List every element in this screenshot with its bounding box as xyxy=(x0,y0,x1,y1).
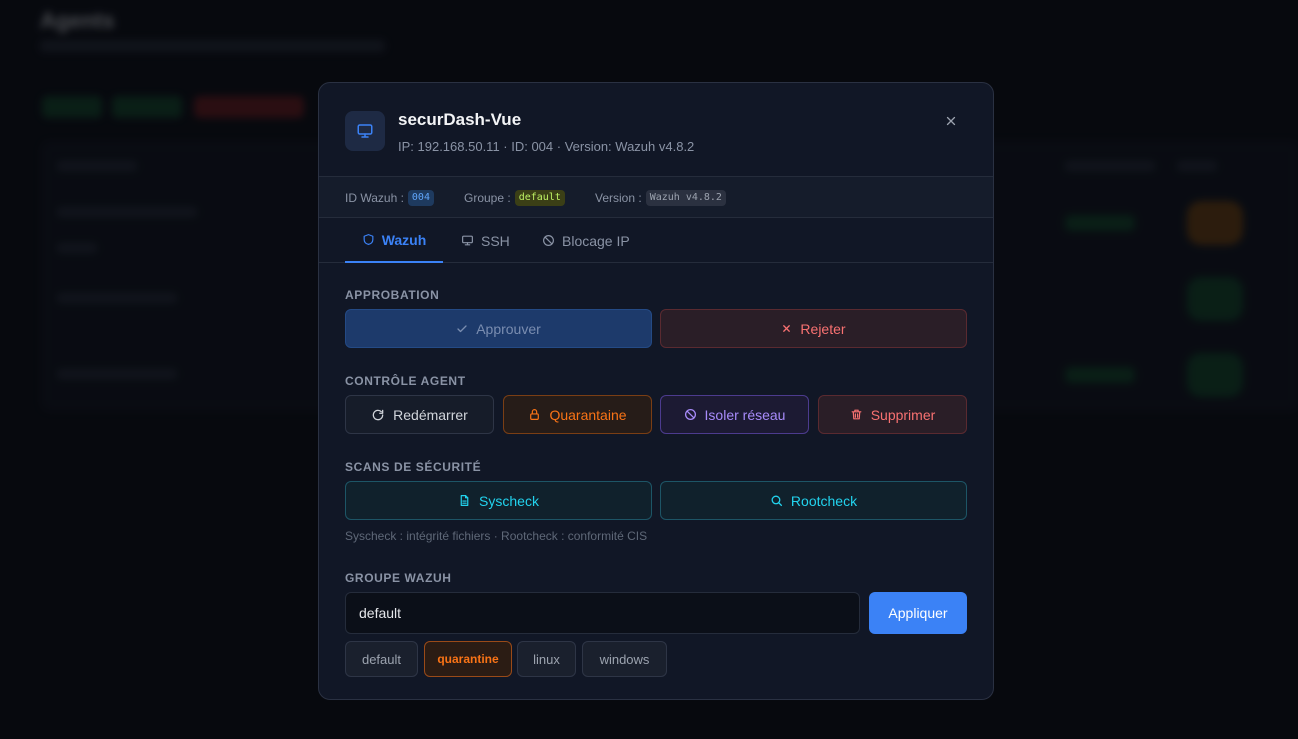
quarantine-button[interactable]: Quarantaine xyxy=(503,395,652,434)
restart-button-label: Redémarrer xyxy=(393,406,468,423)
info-version-label: Version : xyxy=(595,191,642,205)
group-chip-windows[interactable]: windows xyxy=(582,641,667,677)
tab-wazuh-label: Wazuh xyxy=(381,231,427,248)
x-icon xyxy=(783,325,791,332)
modal-meta: IP: 192.168.50.11 · ID: 004 · Version: W… xyxy=(398,139,695,154)
info-group: Groupe : default xyxy=(464,190,565,206)
shield-icon xyxy=(363,234,374,245)
control-section-label: CONTRÔLE AGENT xyxy=(345,374,466,388)
monitor-icon xyxy=(345,111,385,151)
agent-info-bar: ID Wazuh : 004 Groupe : default Version … xyxy=(319,176,993,218)
info-group-label: Groupe : xyxy=(464,191,511,205)
reject-button[interactable]: Rejeter xyxy=(660,309,967,348)
tab-wazuh[interactable]: Wazuh xyxy=(345,218,443,263)
monitor-icon xyxy=(462,235,473,246)
check-icon xyxy=(457,324,467,332)
isolate-network-button-label: Isoler réseau xyxy=(704,406,786,423)
tab-ip-blocking-label: Blocage IP xyxy=(562,232,630,249)
rootcheck-button-label: Rootcheck xyxy=(790,492,858,509)
isolate-network-button[interactable]: Isoler réseau xyxy=(660,395,809,434)
modal-title: securDash-Vue xyxy=(398,110,522,129)
tab-ssh-label: SSH xyxy=(481,232,510,249)
file-icon xyxy=(460,495,469,506)
group-chip-linux[interactable]: linux xyxy=(517,641,576,677)
info-version-value: Wazuh v4.8.2 xyxy=(645,190,726,206)
scans-section-label: SCANS DE SÉCURITÉ xyxy=(345,460,482,474)
ban-icon xyxy=(543,235,554,246)
restart-button[interactable]: Redémarrer xyxy=(345,395,494,434)
group-section-label: GROUPE WAZUH xyxy=(345,571,452,585)
approve-button[interactable]: Approuver xyxy=(345,309,652,348)
search-icon xyxy=(771,495,782,507)
syscheck-button-label: Syscheck xyxy=(479,492,539,509)
apply-button[interactable]: Appliquer xyxy=(869,592,967,634)
delete-button[interactable]: Supprimer xyxy=(818,395,967,434)
agent-modal: securDash-Vue IP: 192.168.50.11 · ID: 00… xyxy=(318,82,994,700)
info-version: Version : Wazuh v4.8.2 xyxy=(595,190,726,206)
rootcheck-button[interactable]: Rootcheck xyxy=(660,481,967,520)
syscheck-button[interactable]: Syscheck xyxy=(345,481,652,520)
close-icon xyxy=(946,116,956,126)
quarantine-button-label: Quarantaine xyxy=(549,406,627,423)
group-input[interactable] xyxy=(345,592,860,634)
group-chip-quarantine[interactable]: quarantine xyxy=(424,641,512,677)
trash-icon xyxy=(851,409,862,420)
close-button[interactable] xyxy=(939,109,963,133)
refresh-icon xyxy=(372,409,384,420)
info-id-label: ID Wazuh : xyxy=(345,191,404,205)
lock-icon xyxy=(530,409,540,420)
delete-button-label: Supprimer xyxy=(870,406,936,423)
tab-ip-blocking[interactable]: Blocage IP xyxy=(542,218,630,263)
modal-header: securDash-Vue IP: 192.168.50.11 · ID: 00… xyxy=(319,83,993,176)
info-group-value: default xyxy=(514,190,565,206)
modal-tabs: Wazuh SSH Blocage IP xyxy=(319,218,993,263)
approve-button-label: Approuver xyxy=(476,320,541,337)
ban-icon xyxy=(684,408,696,421)
info-id-value: 004 xyxy=(407,190,434,206)
info-id: ID Wazuh : 004 xyxy=(345,190,434,206)
group-chip-default[interactable]: default xyxy=(345,641,418,677)
reject-button-label: Rejeter xyxy=(800,320,846,337)
approval-section-label: APPROBATION xyxy=(345,288,440,302)
scans-note: Syscheck : intégrité fichiers · Rootchec… xyxy=(345,529,648,543)
tab-ssh[interactable]: SSH xyxy=(461,218,510,263)
